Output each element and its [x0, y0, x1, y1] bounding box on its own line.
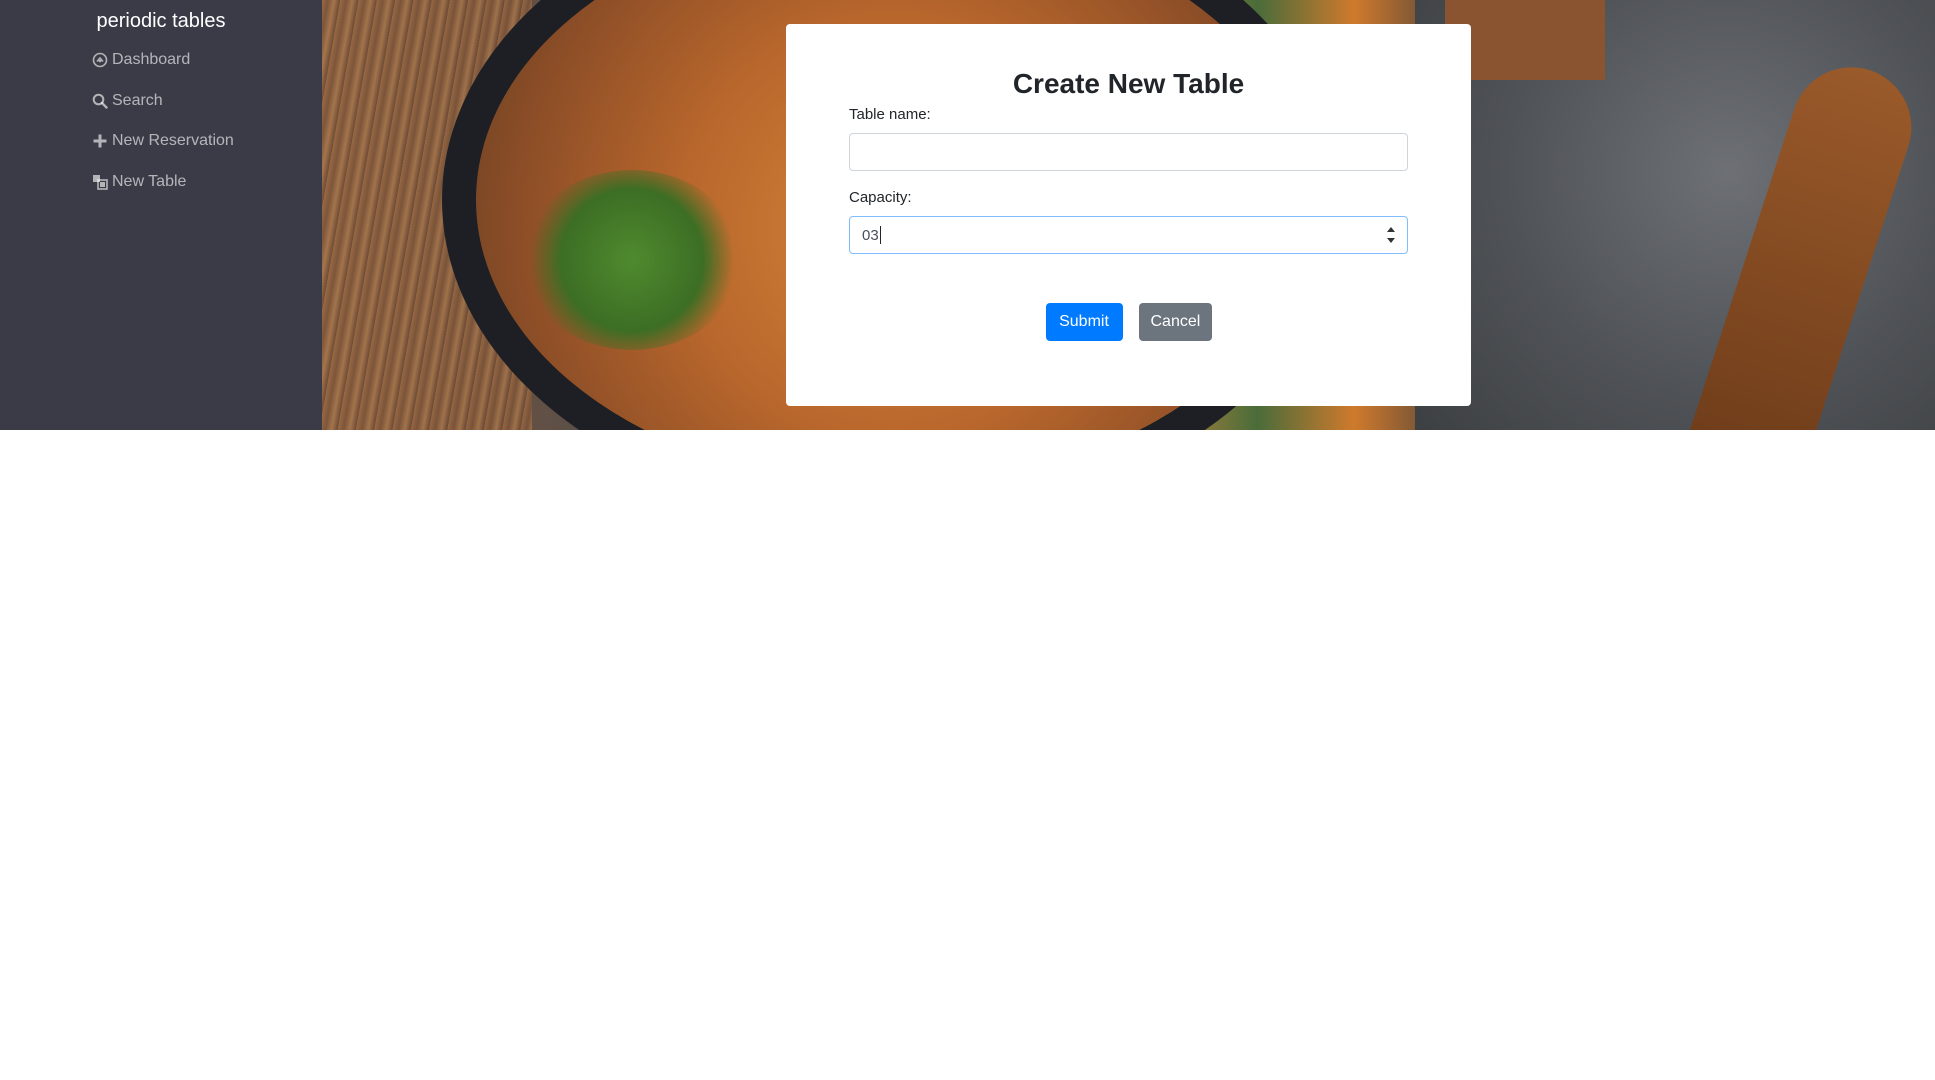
plus-icon [91, 133, 108, 150]
capacity-field: 03 [849, 216, 1408, 254]
form-title: Create New Table [1012, 68, 1245, 99]
search-icon [91, 92, 108, 109]
sidebar: periodic tables Dashboard Search New Res… [0, 0, 322, 430]
table-name-input[interactable] [849, 133, 1408, 171]
top-area: periodic tables Dashboard Search New Res… [0, 0, 1935, 430]
sidebar-item-search[interactable]: Search [0, 81, 322, 122]
sidebar-item-label: New Table [112, 172, 187, 190]
create-table-form: Create New Table Table name: Capacity: 0… [786, 24, 1471, 406]
capacity-value: 03 [862, 226, 879, 244]
stepper-up-icon[interactable] [1387, 227, 1395, 232]
sidebar-item-new-reservation[interactable]: New Reservation [0, 121, 322, 162]
app-brand[interactable]: periodic tables [0, 8, 322, 40]
capacity-input[interactable]: 03 [849, 216, 1408, 254]
cancel-button[interactable]: Cancel [1138, 303, 1212, 341]
sidebar-item-dashboard[interactable]: Dashboard [0, 40, 322, 81]
submit-button[interactable]: Submit [1045, 303, 1123, 341]
stepper-down-icon[interactable] [1387, 238, 1395, 243]
dashboard-icon [91, 52, 108, 69]
capacity-stepper[interactable] [1386, 227, 1396, 243]
sidebar-item-label: New Reservation [112, 132, 234, 150]
sidebar-item-label: Search [112, 91, 163, 109]
table-name-label: Table name: [849, 106, 931, 123]
table-icon [91, 173, 108, 190]
sidebar-item-new-table[interactable]: New Table [0, 162, 322, 203]
form-actions: Submit Cancel [849, 303, 1408, 341]
capacity-label: Capacity: [849, 189, 912, 206]
sidebar-item-label: Dashboard [112, 51, 191, 69]
text-caret [879, 226, 881, 244]
